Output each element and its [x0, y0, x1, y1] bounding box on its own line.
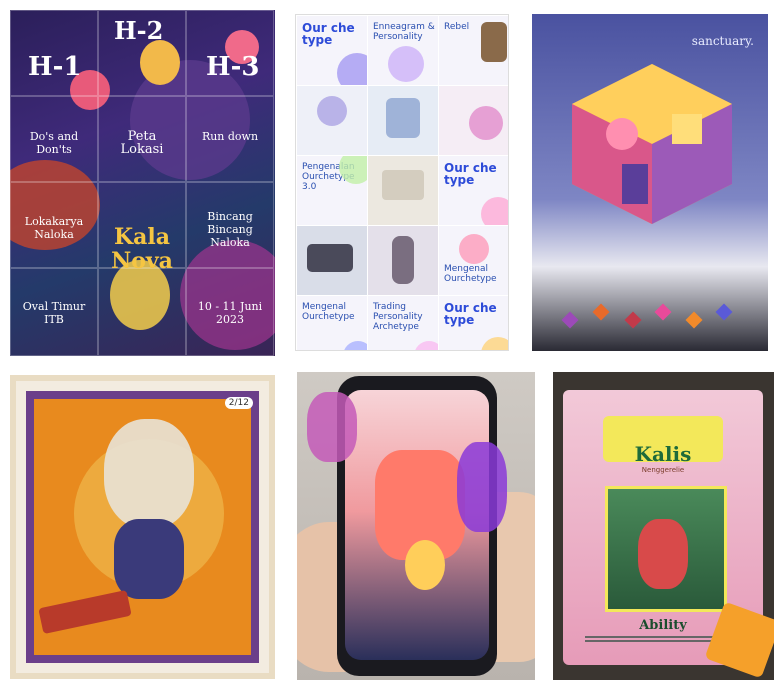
- feed-post: Our che type: [297, 16, 367, 85]
- sanctuary-poster: sanctuary.: [532, 14, 768, 351]
- post-title: Our che type: [444, 161, 497, 187]
- feed-post: Pengenalan Ourchetype 3.0: [297, 156, 367, 225]
- kala-nova-logo: Kala Nova: [111, 224, 173, 274]
- character-portrait: [605, 486, 727, 612]
- card-number: 2/12: [224, 397, 253, 409]
- color-swatch: [685, 311, 703, 329]
- sanctuary-title: sanctuary.: [691, 34, 754, 48]
- place-label: Oval Timur ITB: [22, 300, 86, 326]
- instagram-feed-grid: Our che type Enneagram & Personality Reb…: [295, 14, 509, 351]
- character-name: Kalis: [634, 442, 692, 466]
- feed-post: Our che type: [439, 296, 508, 350]
- peta-lokasi-label: Peta Lokasi: [120, 129, 164, 157]
- isometric-building-illustration: [572, 64, 732, 224]
- ribbon-banner: [38, 589, 132, 635]
- feed-post: Rebel: [439, 16, 508, 85]
- feed-post: Enneagram & Personality: [368, 16, 438, 85]
- feed-post: Our che type: [439, 156, 508, 225]
- grid-cell: [98, 268, 186, 356]
- color-swatch: [715, 303, 733, 321]
- character-subtitle: Nenggerelie: [641, 466, 685, 474]
- ghost-figure: [104, 419, 194, 529]
- tarot-card-poster: 2/12: [10, 375, 275, 679]
- feed-post: [368, 156, 438, 225]
- phone-ar-photo: [297, 372, 535, 680]
- feather-ar: [307, 392, 357, 462]
- character-card-photo: Kalis Nenggerelie Ability: [553, 372, 774, 680]
- color-swatch: [561, 311, 579, 329]
- bincang-label: Bincang Bincang Naloka: [207, 210, 253, 249]
- character-card: Kalis Nenggerelie Ability: [563, 390, 774, 679]
- feed-post: Trading Personality Archetype: [368, 296, 438, 350]
- dos-donts-label: Do's and Don'ts: [29, 130, 79, 156]
- h3-label: H-3: [206, 52, 260, 82]
- h1-label: H-1: [28, 52, 82, 82]
- post-title: Trading Personality Archetype: [373, 302, 423, 332]
- post-title: Our che type: [302, 21, 355, 47]
- color-swatch: [654, 303, 672, 321]
- feed-post: [368, 226, 438, 295]
- color-swatch: [624, 311, 642, 329]
- feed-post: [368, 86, 438, 155]
- feed-post: [439, 86, 508, 155]
- date-label: 10 - 11 Juni 2023: [197, 300, 263, 326]
- color-swatch: [592, 303, 610, 321]
- star-shape: [704, 601, 774, 679]
- dancer-figure: [114, 519, 184, 599]
- post-title: Our che type: [444, 301, 497, 327]
- post-title: Enneagram & Personality: [373, 22, 435, 42]
- feed-post: Mengenal Ourchetype: [439, 226, 508, 295]
- feed-post: Mengenal Ourchetype: [297, 296, 367, 350]
- feed-post: [297, 226, 367, 295]
- post-title: Mengenal Ourchetype: [444, 264, 497, 284]
- rundown-label: Run down: [201, 130, 259, 143]
- lokakarya-label: Lokakarya Naloka: [24, 215, 84, 241]
- h2-label: H-2: [114, 16, 164, 45]
- post-title: Rebel: [444, 22, 470, 32]
- festival-poster-grid: H-1 H-2 H-3 Do's and Don'ts Peta Lokasi …: [10, 10, 275, 356]
- card-frame: [26, 391, 259, 663]
- feed-post: [297, 86, 367, 155]
- post-title: Mengenal Ourchetype: [302, 302, 355, 322]
- leaf-ar: [457, 442, 507, 532]
